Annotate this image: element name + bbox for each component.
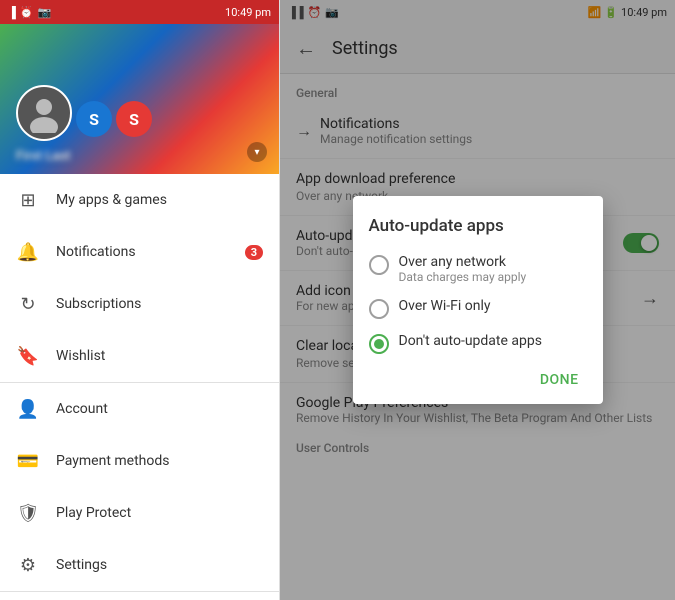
payment-icon: 💳 — [16, 449, 40, 473]
menu-item-play-protect[interactable]: 🛡 Play Protect — [0, 487, 279, 539]
avatar-main — [16, 85, 72, 141]
notifications-label: Notifications — [56, 244, 229, 260]
user-name: First Last — [16, 149, 263, 164]
menu-item-notifications[interactable]: 🔔 Notifications 3 — [0, 226, 279, 278]
payment-label: Payment methods — [56, 453, 263, 469]
radio-any-network-label: Over any network — [399, 254, 527, 270]
my-apps-icon: ⊞ — [16, 188, 40, 212]
auto-update-dialog: Auto-update apps Over any network Data c… — [353, 196, 603, 404]
left-status-bar: ▐ ⏰ 📷 10:49 pm — [0, 0, 279, 24]
account-label: Account — [56, 401, 263, 417]
screenshot-icon: 📷 — [38, 6, 52, 19]
dropdown-icon[interactable]: ▾ — [247, 142, 267, 162]
subscriptions-label: Subscriptions — [56, 296, 263, 312]
menu-item-wishlist[interactable]: 🔖 Wishlist — [0, 330, 279, 382]
radio-dont-update-text: Don't auto-update apps — [399, 333, 542, 349]
notifications-badge: 3 — [245, 245, 263, 260]
radio-dont-update-inner — [374, 339, 384, 349]
dialog-title: Auto-update apps — [369, 216, 587, 236]
dialog-actions: DONE — [369, 368, 587, 392]
menu-item-subscriptions[interactable]: ↻ Subscriptions — [0, 278, 279, 330]
option-over-wifi[interactable]: Over Wi-Fi only — [369, 298, 587, 319]
radio-any-network-text: Over any network Data charges may apply — [399, 254, 527, 284]
left-time: 10:49 pm — [225, 6, 271, 19]
left-menu: ⊞ My apps & games 🔔 Notifications 3 ↻ Su… — [0, 174, 279, 600]
avatar-s1: S — [76, 101, 112, 137]
menu-item-settings[interactable]: ⚙ Settings — [0, 539, 279, 591]
radio-wifi-text: Over Wi-Fi only — [399, 298, 491, 314]
wishlist-icon: 🔖 — [16, 344, 40, 368]
option-dont-auto-update[interactable]: Don't auto-update apps — [369, 333, 587, 354]
option-over-any-network[interactable]: Over any network Data charges may apply — [369, 254, 587, 284]
radio-wifi-label: Over Wi-Fi only — [399, 298, 491, 314]
menu-item-my-apps[interactable]: ⊞ My apps & games — [0, 174, 279, 226]
avatar-s2: S — [116, 101, 152, 137]
dialog-overlay: Auto-update apps Over any network Data c… — [280, 0, 675, 600]
left-status-icons: ▐ ⏰ 📷 — [8, 6, 51, 19]
play-protect-icon: 🛡 — [16, 501, 40, 525]
menu-item-open-movies[interactable]: 🎬 Open Movies app ↗ — [0, 591, 279, 600]
settings-icon: ⚙ — [16, 553, 40, 577]
done-button[interactable]: DONE — [532, 368, 587, 392]
left-panel: ▐ ⏰ 📷 10:49 pm S S First Last ▾ ⊞ My app… — [0, 0, 280, 600]
menu-item-account[interactable]: 👤 Account — [0, 382, 279, 435]
settings-label: Settings — [56, 557, 263, 573]
radio-wifi — [369, 299, 389, 319]
my-apps-label: My apps & games — [56, 192, 263, 208]
signal-icon: ▐ — [8, 6, 16, 19]
menu-item-payment[interactable]: 💳 Payment methods — [0, 435, 279, 487]
radio-any-network-sublabel: Data charges may apply — [399, 270, 527, 284]
alarm-icon: ⏰ — [20, 6, 34, 19]
left-status-right: 10:49 pm — [225, 6, 271, 19]
left-header: S S First Last ▾ — [0, 24, 279, 174]
subscriptions-icon: ↻ — [16, 292, 40, 316]
account-icon: 👤 — [16, 397, 40, 421]
radio-any-network — [369, 255, 389, 275]
right-panel: ▐▐ ⏰ 📷 📶 🔋 10:49 pm ← Settings General →… — [280, 0, 675, 600]
radio-dont-update — [369, 334, 389, 354]
avatar-group: S S — [16, 85, 263, 149]
notifications-icon: 🔔 — [16, 240, 40, 264]
play-protect-label: Play Protect — [56, 505, 263, 521]
wishlist-label: Wishlist — [56, 348, 263, 364]
radio-dont-update-label: Don't auto-update apps — [399, 333, 542, 349]
